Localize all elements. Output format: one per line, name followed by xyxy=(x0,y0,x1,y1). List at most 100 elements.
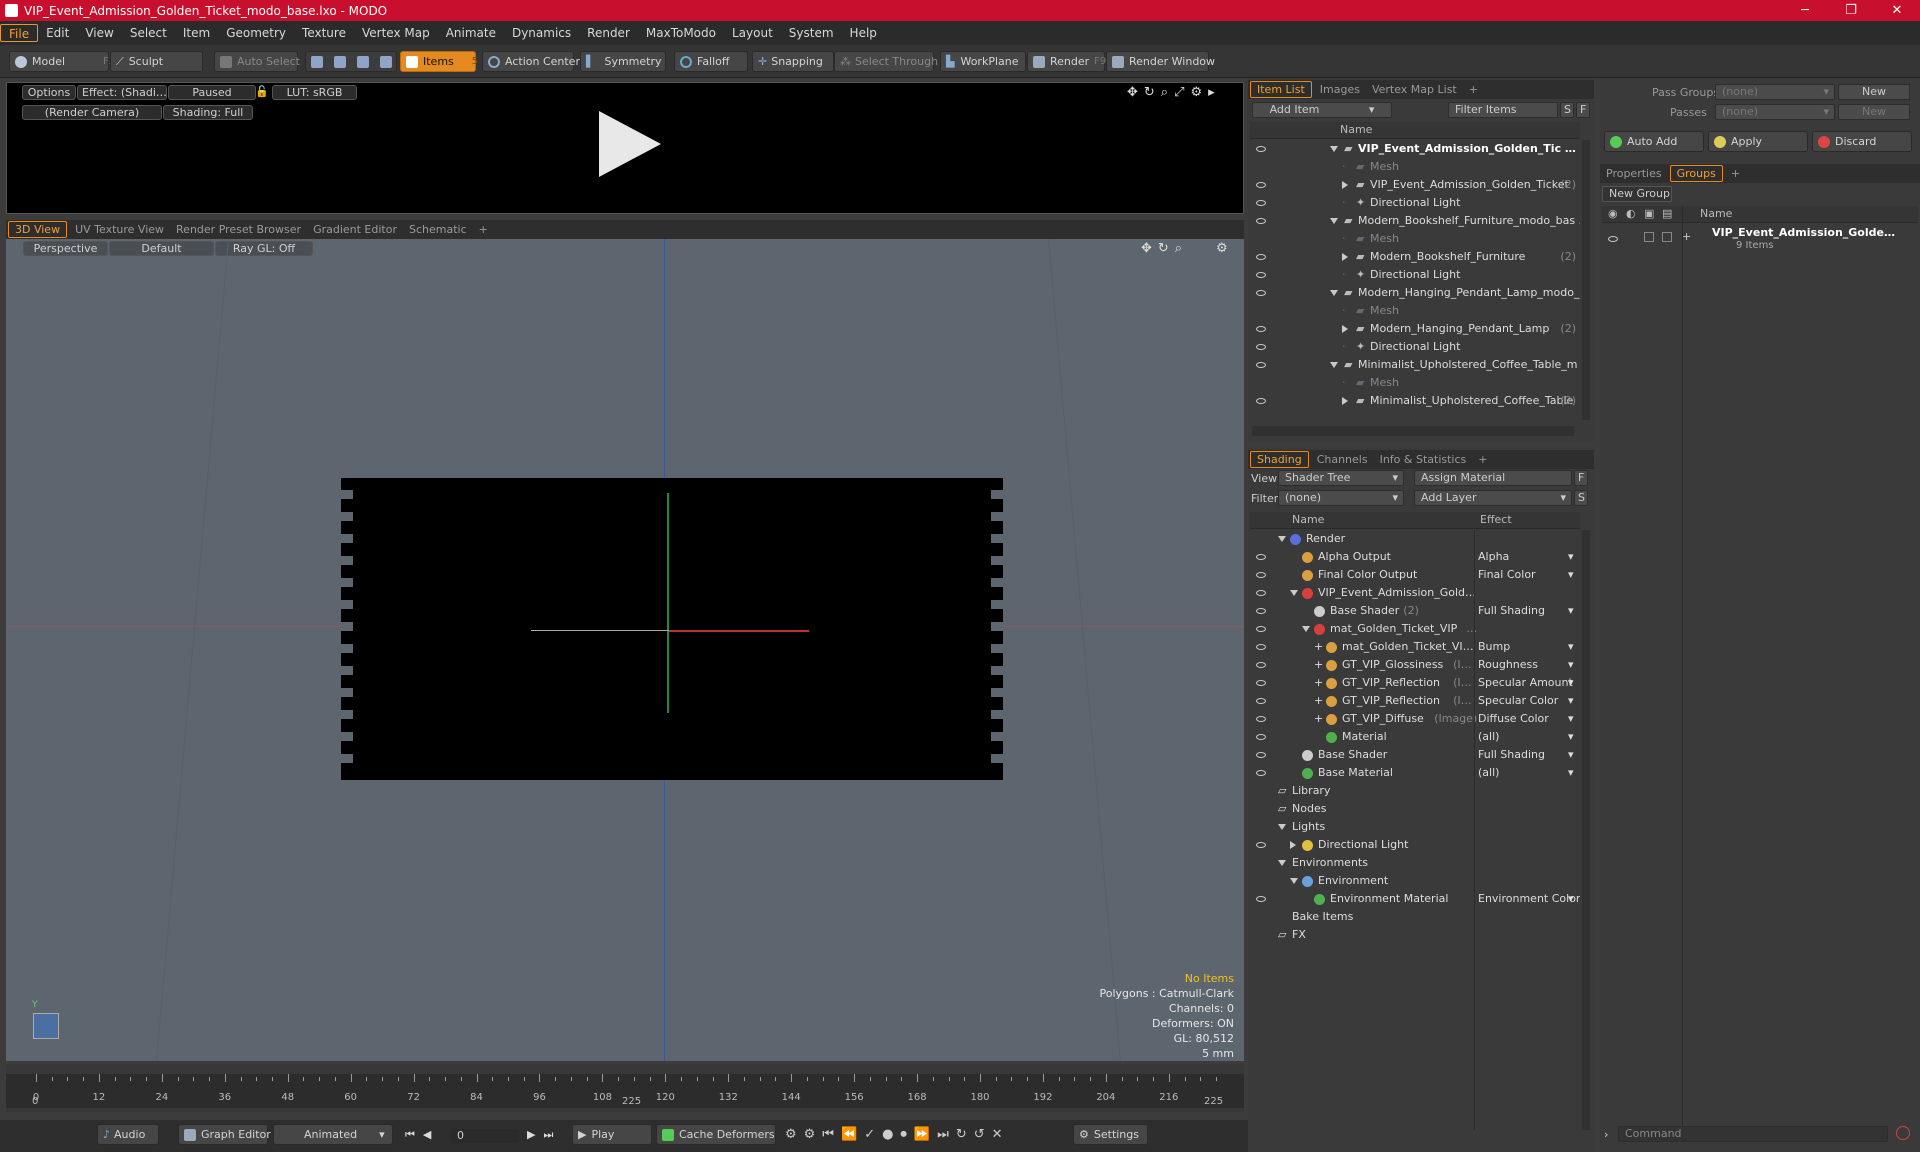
eye-icon[interactable] xyxy=(1256,716,1266,722)
chevron-down-icon[interactable]: ▾ xyxy=(1568,602,1574,620)
chevron-down-icon[interactable]: ▾ xyxy=(1568,710,1574,728)
shader-effect[interactable]: Final Color xyxy=(1478,566,1536,584)
shader-row[interactable]: Alpha Output Alpha ▾ xyxy=(1250,548,1580,566)
shader-row[interactable]: + GT_VIP_Reflection (I… Specular Color ▾ xyxy=(1250,692,1580,710)
shader-row[interactable]: VIP_Event_Admission_Gold… xyxy=(1250,584,1580,602)
chevron-right-icon[interactable] xyxy=(1290,836,1302,854)
item-list-scrollbar[interactable] xyxy=(1582,140,1590,420)
chevron-down-icon[interactable]: ▾ xyxy=(1568,728,1574,746)
eye-icon[interactable] xyxy=(1256,842,1266,848)
shader-row[interactable]: Final Color Output Final Color ▾ xyxy=(1250,566,1580,584)
chevron-right-icon[interactable] xyxy=(1342,392,1354,410)
shader-effect[interactable]: Diffuse Color xyxy=(1478,710,1549,728)
tab-groups[interactable]: Groups xyxy=(1669,165,1723,182)
eye-icon[interactable] xyxy=(1256,698,1266,704)
shader-effect[interactable]: Full Shading xyxy=(1478,746,1545,764)
shader-row[interactable]: Render xyxy=(1250,530,1580,548)
eye-icon[interactable] xyxy=(1256,272,1266,278)
view-dropdown[interactable]: Shader Tree ▾ xyxy=(1278,470,1404,486)
shader-row[interactable]: Environments xyxy=(1250,854,1580,872)
shader-row[interactable]: Bake Items xyxy=(1250,908,1580,926)
eye-icon[interactable] xyxy=(1256,182,1266,188)
tab-shading[interactable]: Shading xyxy=(1250,451,1309,468)
shader-row[interactable]: Lights xyxy=(1250,818,1580,836)
ticket-mesh[interactable] xyxy=(341,478,1003,780)
menu-render[interactable]: Render xyxy=(579,24,638,42)
tab-render-preset-browser[interactable]: Render Preset Browser xyxy=(170,220,307,239)
add-item-dropdown[interactable]: Add Item ▾ xyxy=(1252,102,1392,118)
eye-icon[interactable] xyxy=(1256,608,1266,614)
eye-icon[interactable] xyxy=(1256,626,1266,632)
eye-icon[interactable] xyxy=(1256,644,1266,650)
shading-f-button[interactable]: F xyxy=(1574,470,1588,486)
keyframe-tools-icons[interactable]: ⚙⚙⏮⏪✓●⏺⏩⏭↻↺✕ xyxy=(785,1127,1010,1142)
item-list-hscrollbar[interactable] xyxy=(1252,426,1574,436)
eye-icon[interactable] xyxy=(1256,254,1266,260)
item-row[interactable]: · ✦ Directional Light xyxy=(1250,338,1580,356)
sculpt-button[interactable]: ⟋ Sculpt xyxy=(110,51,203,72)
discard-button[interactable]: Discard xyxy=(1812,131,1912,152)
preview-options-button[interactable]: Options xyxy=(22,85,76,100)
item-row[interactable]: ▰ VIP_Event_Admission_Golden_Tic … xyxy=(1250,140,1580,158)
menu-geometry[interactable]: Geometry xyxy=(218,24,294,42)
minimize-button[interactable]: ─ xyxy=(1782,0,1828,21)
item-row[interactable]: · ✦ Directional Light xyxy=(1250,266,1580,284)
tab-info-statistics[interactable]: Info & Statistics xyxy=(1374,450,1473,469)
menu-animate[interactable]: Animate xyxy=(438,24,504,42)
material-mode-icon[interactable] xyxy=(380,55,392,68)
shader-row[interactable]: Environment xyxy=(1250,872,1580,890)
forward-step-icons[interactable]: ▶⏭ xyxy=(527,1128,561,1142)
menu-system[interactable]: System xyxy=(781,24,842,42)
chevron-down-icon[interactable]: ▾ xyxy=(1568,638,1574,656)
tab-uv-texture-view[interactable]: UV Texture View xyxy=(69,220,170,239)
chevron-down-icon[interactable] xyxy=(1330,212,1344,230)
eye-icon[interactable] xyxy=(1256,554,1266,560)
tab-gradient-editor[interactable]: Gradient Editor xyxy=(307,220,403,239)
default-dropdown[interactable]: Default xyxy=(109,241,214,256)
play-button[interactable]: ▶ Play xyxy=(572,1124,652,1145)
viewport-settings-icon[interactable]: ⚙ xyxy=(1216,241,1228,256)
graph-editor-button[interactable]: Graph Editor xyxy=(178,1124,271,1145)
eye-icon[interactable] xyxy=(1256,662,1266,668)
shader-row[interactable]: ▱ Nodes xyxy=(1250,800,1580,818)
pass-groups-dropdown[interactable]: (none) ▾ xyxy=(1715,84,1835,100)
lock-icon[interactable]: 🔓 xyxy=(255,85,269,98)
auto-add-button[interactable]: Auto Add xyxy=(1604,131,1704,152)
shader-effect[interactable]: Bump xyxy=(1478,638,1510,656)
shader-row[interactable]: Base Material (all) ▾ xyxy=(1250,764,1580,782)
lut-dropdown[interactable]: LUT: sRGB xyxy=(272,85,357,100)
eye-icon[interactable] xyxy=(1256,200,1266,206)
action-center-button[interactable]: Action Center xyxy=(482,51,580,72)
eye-icon[interactable] xyxy=(1256,752,1266,758)
menu-edit[interactable]: Edit xyxy=(38,24,77,42)
eye-icon[interactable] xyxy=(1256,680,1266,686)
polygon-mode-icon[interactable] xyxy=(357,55,369,68)
eye-icon[interactable] xyxy=(1256,590,1266,596)
shader-effect[interactable]: Specular Amount xyxy=(1478,674,1573,692)
chevron-down-icon[interactable]: ▾ xyxy=(1568,548,1574,566)
chevron-down-icon[interactable] xyxy=(1278,818,1292,836)
maximize-button[interactable]: ❐ xyxy=(1828,0,1874,21)
chevron-down-icon[interactable]: ▾ xyxy=(1568,692,1574,710)
shader-row[interactable]: Base Shader (2) Full Shading ▾ xyxy=(1250,602,1580,620)
chevron-down-icon[interactable] xyxy=(1330,284,1344,302)
add-layer-dropdown[interactable]: Add Layer ▾ xyxy=(1414,490,1572,506)
new-group-button[interactable]: New Group xyxy=(1602,186,1672,202)
close-button[interactable]: ✕ xyxy=(1874,0,1920,21)
expand-plus-icon[interactable]: + xyxy=(1314,638,1323,656)
viewport-nav-icons[interactable]: ✥↻⌕ xyxy=(1141,241,1188,256)
chevron-down-icon[interactable] xyxy=(1330,356,1344,374)
add-tab-button[interactable]: + xyxy=(1725,164,1746,183)
chevron-right-icon[interactable] xyxy=(1342,320,1354,338)
shader-row[interactable]: Directional Light xyxy=(1250,836,1580,854)
add-tab-button[interactable]: + xyxy=(473,220,494,239)
shader-row[interactable]: mat_Golden_Ticket_VIP… xyxy=(1250,620,1580,638)
passes-dropdown[interactable]: (none) ▾ xyxy=(1715,104,1835,120)
chevron-down-icon[interactable]: ▾ xyxy=(1568,566,1574,584)
group-row[interactable]: + VIP_Event_Admission_Golde… 9 Items xyxy=(1602,224,1918,260)
expand-plus-icon[interactable]: + xyxy=(1314,656,1323,674)
item-row[interactable]: · ▰ Mesh xyxy=(1250,230,1580,248)
cache-deformers-button[interactable]: Cache Deformers xyxy=(656,1124,776,1145)
chevron-down-icon[interactable]: ▾ xyxy=(1568,656,1574,674)
menu-select[interactable]: Select xyxy=(122,24,175,42)
